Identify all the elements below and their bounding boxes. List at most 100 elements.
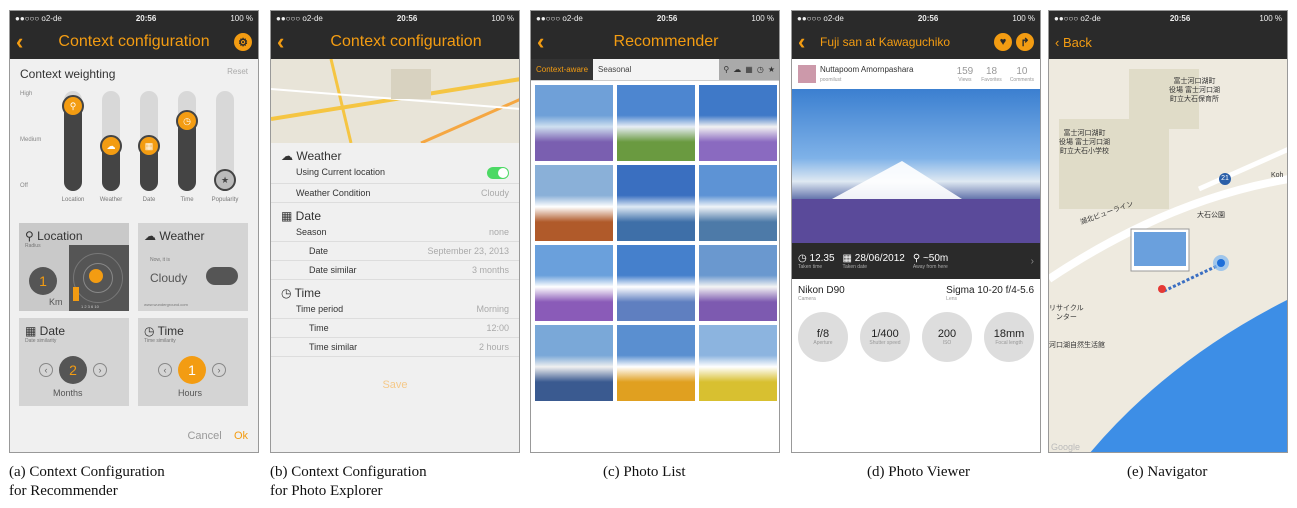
time-tile[interactable]: ◷ Time Time similarity ‹ 1 › Hours [138,318,248,406]
star-icon[interactable]: ★ [214,169,236,191]
location-map[interactable] [271,59,519,143]
location-pin-icon[interactable]: ⚲ [723,65,729,74]
use-location-toggle[interactable] [487,167,509,179]
photo-thumbnail[interactable] [699,325,777,401]
distance[interactable]: ⚲ ~50m Away from here [913,253,948,270]
lens: Sigma 10-20 f/4-5.6 Lens [946,285,1034,302]
taken-time: ◷ 12.35 Taken time [798,252,835,270]
weather-icon[interactable]: ☁ [100,135,122,157]
weather-title: ☁ Weather [144,229,205,243]
battery: 100 % [751,13,774,23]
weather-tile[interactable]: ☁ Weather Now, it is Cloudy www.wundergr… [138,223,248,311]
photo-thumbnail[interactable] [535,245,613,321]
favorites-stat: 18 Favorites [981,65,1002,83]
photo-thumbnail[interactable] [535,85,613,161]
map-label: リサイクル ンター [1049,305,1084,321]
tab-context-aware[interactable]: Context-aware [531,59,594,80]
back-chevron-icon[interactable]: ‹ [277,29,299,55]
avatar[interactable] [798,65,816,83]
time-similar-label: Time similar [309,342,358,352]
clock-icon[interactable]: ◷ [176,110,198,132]
slider-label: Popularity [211,197,239,203]
time-period-value: Morning [476,304,509,314]
chevron-right-icon[interactable]: › [1031,256,1034,267]
location-tile[interactable]: ⚲ Location Radius 1 2 3 6 10 1 Km [19,223,129,311]
photo-thumbnail[interactable] [617,165,695,241]
battery: 100 % [1259,13,1282,23]
back-button[interactable]: ‹ Back [1055,35,1092,50]
increment-button[interactable]: › [93,363,107,377]
date-row[interactable]: Date September 23, 2013 [271,242,519,261]
camera: Nikon D90 Camera [798,285,845,302]
radius-value[interactable]: 1 [29,267,57,295]
camera-row: Nikon D90 Camera Sigma 10-20 f/4-5.6 Lens [792,279,1040,302]
main-photo[interactable] [792,89,1040,243]
date-tile[interactable]: ▦ Date Date similarity ‹ 2 › Months [19,318,129,406]
save-button[interactable]: Save [271,379,519,391]
calendar-icon[interactable]: ▦ [745,65,753,74]
user-name[interactable]: Nuttapoom Amornpashara [820,65,913,74]
star-icon[interactable]: ★ [768,65,775,74]
navigation-map[interactable]: 富士河口湖町 役場 富士河口湖 町立大石保育所 富士河口湖町 役場 富士河口湖 … [1049,59,1287,452]
map-label: 富士河口湖町 役場 富士河口湖 町立大石小学校 [1059,130,1110,155]
caption-e: (e) Navigator [1127,464,1208,480]
back-chevron-icon[interactable]: ‹ [798,29,820,55]
date-stepper: ‹ 2 › [39,356,107,384]
weather-value: Cloudy [150,271,188,285]
tab-seasonal[interactable]: Seasonal [593,65,636,74]
photo-thumbnail[interactable] [617,245,695,321]
page-title: Context configuration [58,33,210,50]
views-stat: 159 Views [956,65,974,83]
weather-condition-row[interactable]: Weather Condition Cloudy [271,184,519,203]
screen-navigator: ●●○○○ o2-de 20:56 100 % ‹ Back 富士河口湖町 役場… [1048,10,1288,453]
cloud-icon [206,267,238,285]
photo-thumbnail[interactable] [535,325,613,401]
weight-sliders: High Medium Off ⚲ Location ☁ Weather ▦ Date ◷ T… [20,85,248,211]
ok-button[interactable]: Ok [234,430,248,442]
photo-thumbnail[interactable] [617,85,695,161]
settings-gear-icon[interactable]: ⚙ [234,33,252,51]
weather-icon[interactable]: ☁ [733,65,741,74]
location-pin-icon[interactable]: ⚲ [62,95,84,117]
taken-date: ▦ 28/06/2012 Taken date [842,252,905,270]
battery: 100 % [230,13,253,23]
time-period-row[interactable]: Time period Morning [271,300,519,319]
photo-thumbnail[interactable] [699,245,777,321]
level-off: Off [20,183,28,189]
calendar-icon[interactable]: ▦ [138,135,160,157]
photo-thumbnail[interactable] [699,85,777,161]
decrement-button[interactable]: ‹ [39,363,53,377]
favorite-heart-icon[interactable]: ♥ [994,33,1012,51]
radius-map: 1 2 3 6 10 [69,245,129,311]
date-similar-row[interactable]: Date similar 3 months [271,261,519,280]
season-row[interactable]: Season none [271,223,519,242]
photo-thumbnail[interactable] [699,165,777,241]
slider-time[interactable] [178,91,196,191]
photo-thumbnail[interactable] [535,165,613,241]
date-label: Date [309,246,329,256]
photo-thumbnail[interactable] [617,325,695,401]
decrement-button[interactable]: ‹ [158,363,172,377]
slider-label: Time [180,197,194,203]
iso: 200 ISO [922,312,972,362]
time-label: Time [309,323,329,333]
share-icon[interactable]: ↱ [1016,33,1034,51]
increment-button[interactable]: › [212,363,226,377]
person-icon [73,287,79,301]
time-similar-row[interactable]: Time similar 2 hours [271,338,519,357]
slider-label: Weather [99,197,123,203]
map-label: 富士河口湖町 役場 富士河口湖 町立大石保育所 [1169,78,1220,103]
focal-length: 18mm Focal length [984,312,1034,362]
carrier: ●●○○○ o2-de [15,13,62,23]
back-chevron-icon[interactable]: ‹ [537,29,559,55]
back-chevron-icon[interactable]: ‹ [16,29,38,55]
clock-icon[interactable]: ◷ [757,65,764,74]
time-stepper: ‹ 1 › [158,356,226,384]
cancel-button[interactable]: Cancel [187,430,221,442]
level-high: High [20,91,33,97]
screen-photo-list: ●●○○○ o2-de 20:56 100 % ‹ Recommender Co… [530,10,780,453]
status-bar: ●●○○○ o2-de 20:56 100 % [271,11,519,25]
map-roads [271,59,519,143]
time-row[interactable]: Time 12:00 [271,319,519,338]
reset-button[interactable]: Reset [227,67,248,81]
